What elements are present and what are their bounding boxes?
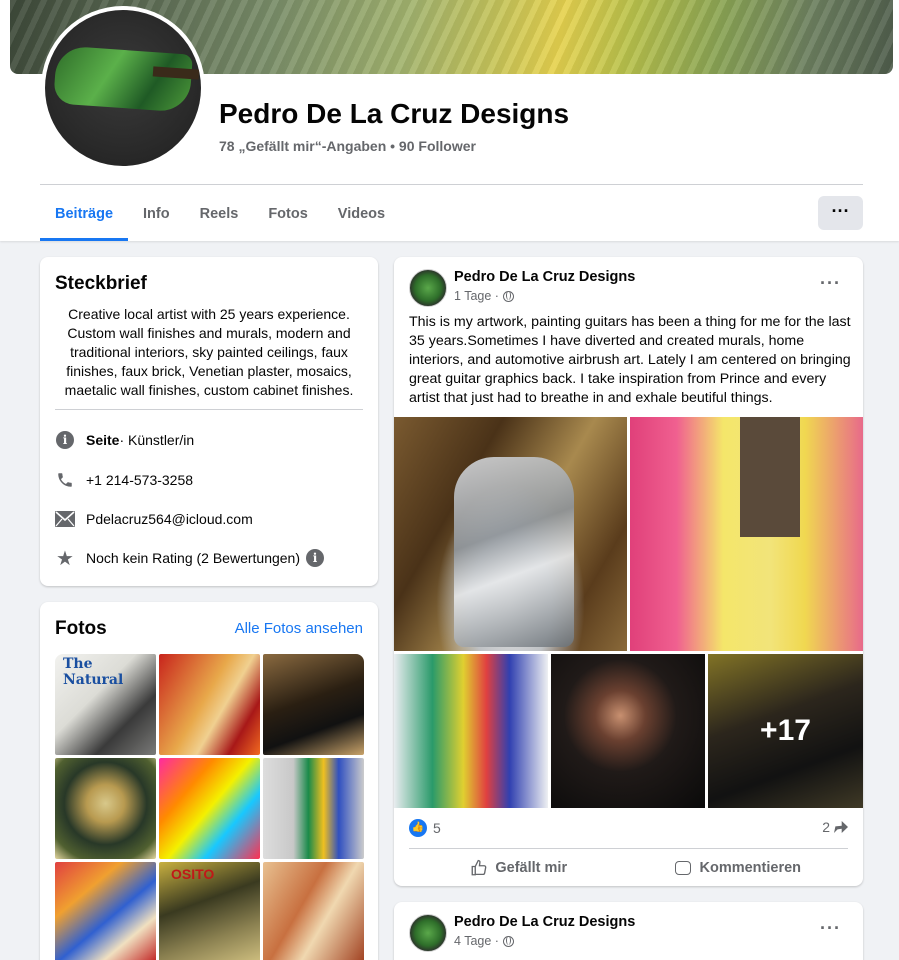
post-card: Pedro De La Cruz Designs 4 Tage · ··· — [394, 902, 863, 960]
share-icon — [834, 821, 848, 833]
tab-reels[interactable]: Reels — [185, 190, 254, 241]
rating-info-icon[interactable]: i — [306, 549, 325, 567]
post-menu-icon[interactable]: ··· — [820, 273, 841, 294]
photo-thumbnail[interactable] — [55, 862, 156, 960]
post-gallery-top — [394, 417, 863, 651]
like-button[interactable]: Gefällt mir — [409, 851, 629, 885]
comment-button[interactable]: Kommentieren — [629, 851, 849, 885]
guitar-image — [53, 45, 193, 113]
photo-thumbnail[interactable] — [55, 654, 156, 755]
post-text: This is my artwork, painting guitars has… — [409, 314, 851, 406]
envelope-icon — [55, 509, 75, 529]
tab-beitraege[interactable]: Beiträge — [40, 190, 129, 241]
photo-thumbnail[interactable] — [55, 758, 156, 859]
post-timestamp: 1 Tage · — [454, 289, 514, 303]
email-address[interactable]: Pdelacruz564@icloud.com — [86, 511, 253, 527]
intro-card: Steckbrief Creative local artist with 25… — [40, 257, 378, 586]
photo-thumbnail[interactable] — [159, 654, 260, 755]
rating-row: ★ Noch kein Rating (2 Bewertungen) i — [55, 547, 325, 570]
post-photo[interactable]: +17 — [708, 654, 863, 808]
intro-divider — [55, 409, 363, 410]
post-time-text[interactable]: 1 Tage · — [454, 289, 499, 303]
reaction-count: 5 — [433, 820, 441, 836]
actions-divider — [409, 848, 848, 849]
post-time-text[interactable]: 4 Tage · — [454, 934, 499, 948]
more-options-button[interactable]: ··· — [818, 196, 863, 230]
post-author-avatar[interactable] — [409, 914, 447, 952]
email-row: Pdelacruz564@icloud.com — [55, 509, 253, 529]
post-photo[interactable] — [551, 654, 705, 808]
tab-info[interactable]: Info — [128, 190, 185, 241]
share-count-text: 2 — [822, 819, 830, 835]
post-gallery-bottom: +17 — [394, 654, 863, 808]
profile-picture[interactable] — [41, 6, 205, 170]
star-icon: ★ — [56, 547, 74, 570]
post-author-avatar[interactable] — [409, 269, 447, 307]
page-tabs: Beiträge Info Reels Fotos Videos — [40, 190, 400, 241]
photo-thumbnail[interactable] — [159, 862, 260, 960]
photo-thumbnail[interactable] — [263, 758, 364, 859]
photo-grid — [55, 654, 364, 960]
globe-icon — [502, 935, 514, 947]
intro-bio: Creative local artist with 25 years expe… — [64, 306, 354, 398]
category-prefix: Seite — [86, 432, 120, 448]
share-count[interactable]: 2 — [822, 819, 848, 835]
category-row: i Seite · Künstler/in — [55, 430, 194, 450]
tab-fotos[interactable]: Fotos — [253, 190, 322, 241]
globe-icon — [502, 290, 514, 302]
post-photo[interactable] — [630, 417, 863, 651]
phone-row: +1 214-573-3258 — [55, 470, 193, 490]
more-photos-count[interactable]: +17 — [708, 654, 863, 808]
phone-number[interactable]: +1 214-573-3258 — [86, 472, 193, 488]
profile-picture-image — [45, 10, 201, 166]
post-actions: Gefällt mir Kommentieren — [409, 851, 848, 885]
intro-title: Steckbrief — [55, 273, 147, 294]
post-timestamp: 4 Tage · — [454, 934, 514, 948]
like-label: Gefällt mir — [495, 860, 568, 876]
post-photo[interactable] — [394, 417, 627, 651]
post-author-name[interactable]: Pedro De La Cruz Designs — [454, 269, 635, 285]
photos-title: Fotos — [55, 618, 107, 639]
photo-thumbnail[interactable] — [159, 758, 260, 859]
page-stats[interactable]: 78 „Gefällt mir“-Angaben • 90 Follower — [219, 138, 476, 154]
post-card: Pedro De La Cruz Designs 1 Tage · ··· Th… — [394, 257, 863, 886]
comment-label: Kommentieren — [699, 860, 802, 876]
phone-icon — [55, 470, 75, 490]
photo-thumbnail[interactable] — [263, 862, 364, 960]
post-author-name[interactable]: Pedro De La Cruz Designs — [454, 914, 635, 930]
photo-thumbnail[interactable] — [263, 654, 364, 755]
rating-text: Noch kein Rating (2 Bewertungen) — [86, 550, 301, 566]
page-title: Pedro De La Cruz Designs — [219, 98, 570, 129]
category-label: · Künstler/in — [119, 432, 195, 448]
like-reaction-icon: 👍 — [409, 819, 427, 837]
see-all-photos-link[interactable]: Alle Fotos ansehen — [235, 620, 363, 637]
header-divider — [40, 184, 863, 185]
post-menu-icon[interactable]: ··· — [820, 918, 841, 939]
thumbs-up-icon — [471, 859, 487, 876]
photos-card: Fotos Alle Fotos ansehen — [40, 602, 378, 960]
info-icon: i — [55, 430, 75, 450]
post-photo[interactable] — [394, 654, 548, 808]
comment-icon — [675, 861, 692, 875]
tab-videos[interactable]: Videos — [323, 190, 400, 241]
reaction-summary[interactable]: 👍 5 — [409, 819, 441, 837]
